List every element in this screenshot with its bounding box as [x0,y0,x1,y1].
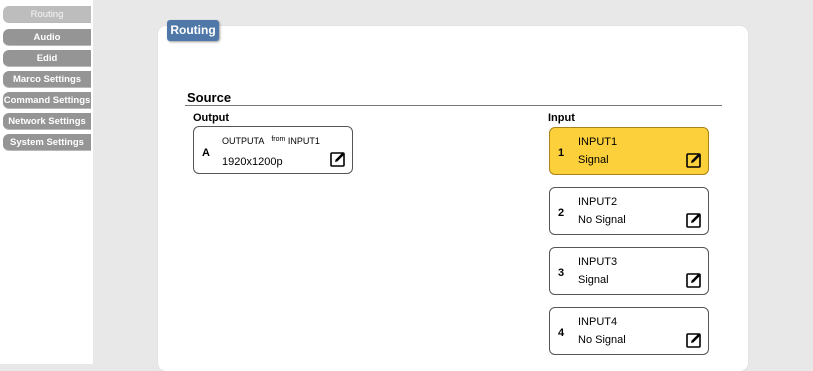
input-number: 2 [558,207,565,219]
input-signal-status: Signal [578,274,609,286]
input-column-header: Input [548,112,575,124]
input-card-2[interactable]: 2 INPUT2 No Signal [549,187,709,235]
sidebar-item-routing[interactable]: Routing [3,6,91,23]
sidebar-item-edid[interactable]: Edid [3,50,91,67]
output-name: OUTPUTA [222,136,264,146]
output-column-header: Output [193,112,230,124]
sidebar-item-network-settings[interactable]: Network Settings [3,113,91,130]
edit-icon[interactable] [330,151,346,167]
input-name: INPUT4 [578,316,618,328]
from-label: from [271,136,286,143]
edit-icon[interactable] [686,212,702,228]
output-source: INPUT1 [287,136,320,146]
output-resolution: 1920x1200p [222,156,283,168]
page-title-tab: Routing [167,20,219,41]
input-card-3[interactable]: 3 INPUT3 Signal [549,247,709,295]
input-card-1[interactable]: 1 INPUT1 Signal [549,127,709,175]
input-card-4[interactable]: 4 INPUT4 No Signal [549,307,709,355]
sidebar: Routing Audio Edid Marco Settings Comman… [0,0,93,364]
sidebar-item-command-settings[interactable]: Command Settings [3,92,91,109]
input-signal-status: Signal [578,154,609,166]
sidebar-item-system-settings[interactable]: System Settings [3,134,91,151]
input-name: INPUT2 [578,196,618,208]
output-id: A [202,147,210,159]
sidebar-item-marco-settings[interactable]: Marco Settings [3,71,91,88]
section-divider [185,105,722,106]
edit-icon[interactable] [686,332,702,348]
section-title: Source [187,90,232,105]
input-number: 1 [558,147,565,159]
input-name: INPUT3 [578,256,618,268]
sidebar-item-audio[interactable]: Audio [3,29,91,46]
input-name: INPUT1 [578,136,618,148]
edit-icon[interactable] [686,152,702,168]
input-signal-status: No Signal [578,334,626,346]
output-route-label: OUTPUTA from INPUT1 [222,136,320,146]
edit-icon[interactable] [686,272,702,288]
input-number: 3 [558,267,565,279]
output-card-a[interactable]: A OUTPUTA from INPUT1 1920x1200p [193,126,353,174]
input-number: 4 [558,327,565,339]
input-signal-status: No Signal [578,214,626,226]
